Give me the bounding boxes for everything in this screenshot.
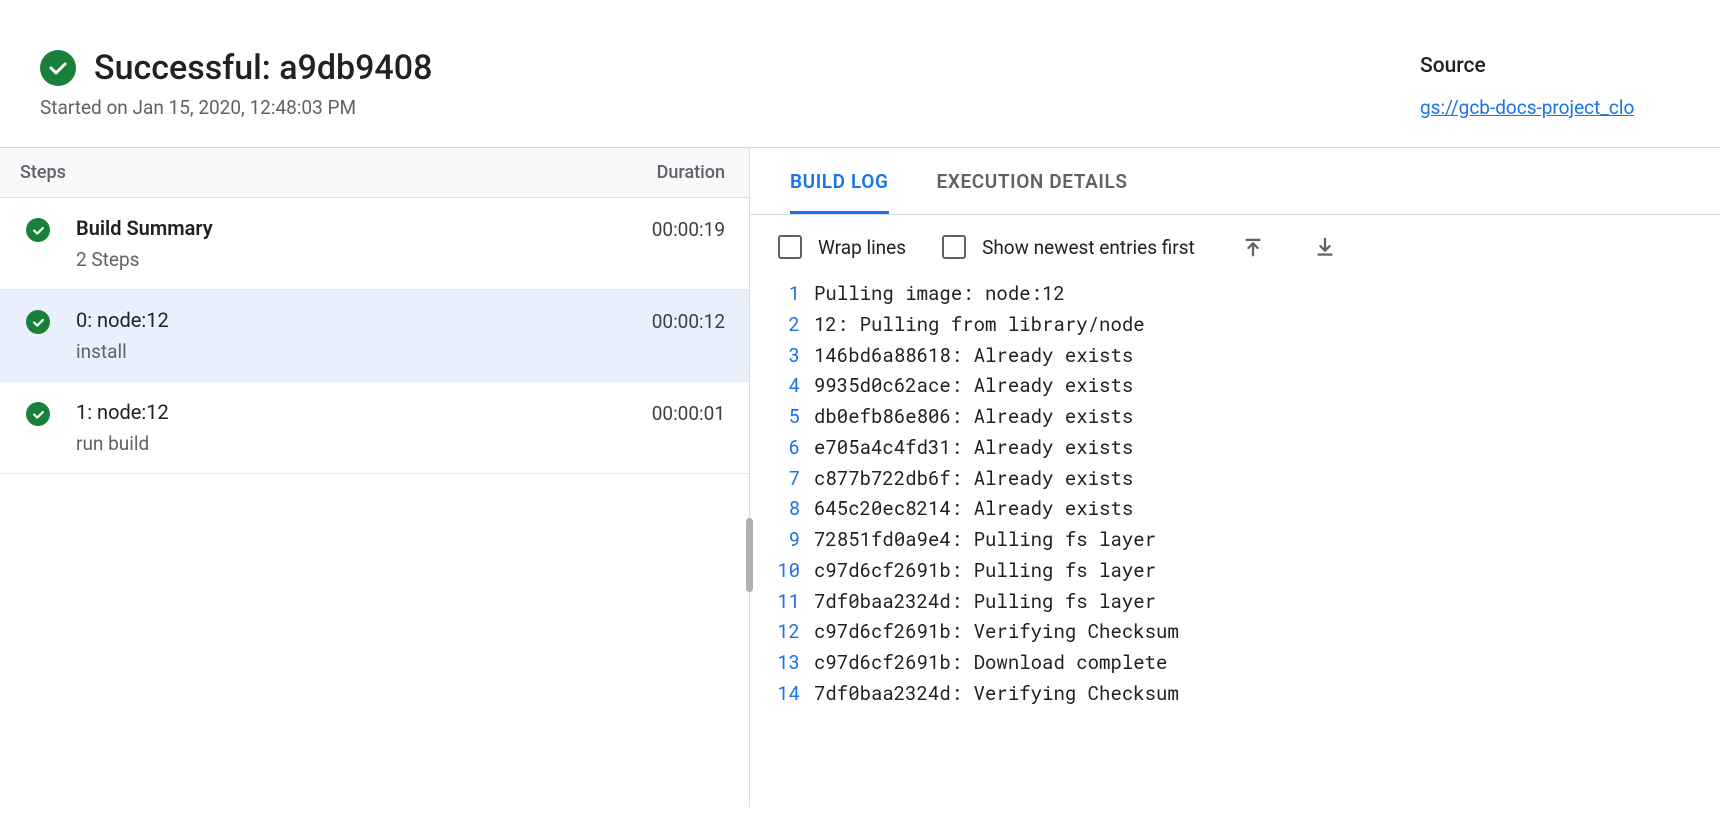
line-text: db0efb86e806: Already exists [814, 402, 1133, 433]
log-output: 1Pulling image: node:12212: Pulling from… [750, 277, 1720, 712]
line-number: 10 [750, 556, 814, 587]
log-line: 147df0baa2324d: Verifying Checksum [750, 679, 1720, 710]
step-duration: 00:00:12 [652, 310, 725, 333]
newest-first-label: Show newest entries first [982, 236, 1195, 259]
step-row[interactable]: 0: node:12 install00:00:12 [0, 290, 749, 382]
line-text: c97d6cf2691b: Pulling fs layer [814, 556, 1156, 587]
wrap-lines-label: Wrap lines [818, 236, 906, 259]
log-line: 49935d0c62ace: Already exists [750, 371, 1720, 402]
log-line: 117df0baa2324d: Pulling fs layer [750, 587, 1720, 618]
wrap-lines-checkbox[interactable]: Wrap lines [778, 235, 906, 259]
step-duration: 00:00:01 [652, 402, 725, 425]
page-title: Successful: a9db9408 [94, 48, 432, 88]
line-number: 8 [750, 494, 814, 525]
build-header: Successful: a9db9408 Started on Jan 15, … [0, 0, 1720, 147]
line-text: Pulling image: node:12 [814, 279, 1065, 310]
line-number: 1 [750, 279, 814, 310]
newest-first-checkbox[interactable]: Show newest entries first [942, 235, 1195, 259]
log-line: 212: Pulling from library/node [750, 310, 1720, 341]
scrollbar[interactable] [746, 518, 753, 592]
step-duration: 00:00:19 [652, 218, 725, 241]
download-icon[interactable] [1311, 233, 1339, 261]
line-text: 9935d0c62ace: Already exists [814, 371, 1133, 402]
line-text: e705a4c4fd31: Already exists [814, 433, 1133, 464]
line-number: 9 [750, 525, 814, 556]
log-line: 5db0efb86e806: Already exists [750, 402, 1720, 433]
tabs: BUILD LOG EXECUTION DETAILS [750, 148, 1720, 215]
log-line: 13c97d6cf2691b: Download complete [750, 648, 1720, 679]
step-title: Build Summary [76, 216, 652, 240]
log-line: 6e705a4c4fd31: Already exists [750, 433, 1720, 464]
step-title: 0: node:12 [76, 308, 652, 332]
step-subtitle: 2 Steps [76, 248, 652, 271]
log-line: 7c877b722db6f: Already exists [750, 464, 1720, 495]
line-text: c97d6cf2691b: Verifying Checksum [814, 617, 1179, 648]
step-title: 1: node:12 [76, 400, 652, 424]
log-line: 8645c20ec8214: Already exists [750, 494, 1720, 525]
source-label: Source [1420, 54, 1486, 78]
step-row[interactable]: Build Summary 2 Steps00:00:19 [0, 198, 749, 290]
log-line: 10c97d6cf2691b: Pulling fs layer [750, 556, 1720, 587]
line-text: 146bd6a88618: Already exists [814, 341, 1133, 372]
checkbox-icon [942, 235, 966, 259]
line-number: 3 [750, 341, 814, 372]
line-number: 12 [750, 617, 814, 648]
line-number: 2 [750, 310, 814, 341]
step-subtitle: run build [76, 432, 652, 455]
col-duration-header: Duration [657, 162, 725, 183]
success-check-icon [26, 218, 50, 242]
success-check-icon [26, 310, 50, 334]
tab-execution-details[interactable]: EXECUTION DETAILS [937, 148, 1128, 214]
checkbox-icon [778, 235, 802, 259]
source-section: Source gs://gcb-docs-project_clo [1420, 48, 1680, 119]
line-number: 13 [750, 648, 814, 679]
step-row[interactable]: 1: node:12 run build00:00:01 [0, 382, 749, 474]
line-text: c877b722db6f: Already exists [814, 464, 1133, 495]
line-text: 7df0baa2324d: Verifying Checksum [814, 679, 1179, 710]
step-subtitle: install [76, 340, 652, 363]
source-link[interactable]: gs://gcb-docs-project_clo [1420, 96, 1634, 119]
line-number: 11 [750, 587, 814, 618]
tab-build-log[interactable]: BUILD LOG [790, 148, 889, 214]
log-line: 1Pulling image: node:12 [750, 279, 1720, 310]
log-line: 972851fd0a9e4: Pulling fs layer [750, 525, 1720, 556]
line-text: c97d6cf2691b: Download complete [814, 648, 1167, 679]
log-panel: BUILD LOG EXECUTION DETAILS Wrap lines S… [750, 148, 1720, 807]
steps-panel: Steps Duration Build Summary2 Steps00:00… [0, 148, 750, 807]
line-number: 14 [750, 679, 814, 710]
page-subtitle: Started on Jan 15, 2020, 12:48:03 PM [40, 96, 432, 119]
line-text: 72851fd0a9e4: Pulling fs layer [814, 525, 1156, 556]
line-number: 6 [750, 433, 814, 464]
line-number: 4 [750, 371, 814, 402]
line-number: 5 [750, 402, 814, 433]
scroll-to-top-icon[interactable] [1239, 233, 1267, 261]
line-text: 12: Pulling from library/node [814, 310, 1145, 341]
log-controls: Wrap lines Show newest entries first [750, 215, 1720, 277]
log-line: 3146bd6a88618: Already exists [750, 341, 1720, 372]
success-check-icon [40, 50, 76, 86]
line-text: 645c20ec8214: Already exists [814, 494, 1133, 525]
col-steps-header: Steps [20, 162, 66, 183]
success-check-icon [26, 402, 50, 426]
line-number: 7 [750, 464, 814, 495]
steps-table-header: Steps Duration [0, 148, 749, 198]
line-text: 7df0baa2324d: Pulling fs layer [814, 587, 1156, 618]
log-line: 12c97d6cf2691b: Verifying Checksum [750, 617, 1720, 648]
